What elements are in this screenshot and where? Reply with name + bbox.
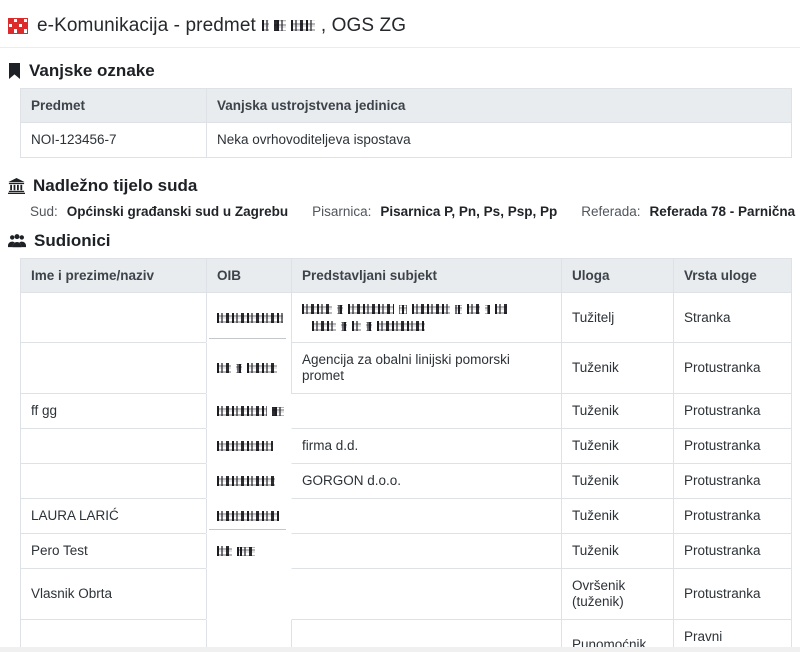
cell-role-type: Protustranka <box>673 499 791 534</box>
court-label: Sud: <box>30 204 58 219</box>
participant-row: LAURA LARIĆ TuženikProtustranka <box>21 499 791 534</box>
participant-row: GORGON d.o.o.TuženikProtustranka <box>21 464 791 499</box>
col-header-subject: Predstavljani subjekt <box>291 259 561 293</box>
cell-oib <box>206 569 291 620</box>
cell-name <box>21 429 206 464</box>
cell-subject: Agencija za obalni linijski pomorski pro… <box>291 343 561 394</box>
bottom-cutoff-band <box>0 647 800 652</box>
cell-role-type: Protustranka <box>673 464 791 499</box>
col-header-predmet: Predmet <box>21 89 206 123</box>
cell-oib <box>206 293 291 343</box>
cell-oib <box>206 464 291 499</box>
title-divider <box>0 47 800 48</box>
page-title-suffix: , OGS ZG <box>321 15 406 37</box>
redacted-text <box>217 511 279 521</box>
participant-row: ff gg TuženikProtustranka <box>21 394 791 429</box>
cell-role-type: Protustranka <box>673 569 791 620</box>
redacted-text <box>312 321 551 331</box>
court-info-line: Sud: Općinski građanski sud u Zagrebu Pi… <box>30 204 800 219</box>
referada-value: Referada 78 - Parnična <box>650 204 796 219</box>
cell-name: LAURA LARIĆ <box>21 499 206 534</box>
redacted-text <box>217 476 275 486</box>
cell-role: Tuženik <box>561 394 673 429</box>
external-marks-table: Predmet Vanjska ustrojstvena jedinica NO… <box>20 88 792 158</box>
redacted-text <box>217 546 255 556</box>
cell-subject <box>291 499 561 534</box>
cell-subject <box>291 293 561 343</box>
bookmark-icon <box>8 63 21 79</box>
redacted-text <box>217 406 284 416</box>
col-header-role: Uloga <box>561 259 673 293</box>
col-header-jedinica: Vanjska ustrojstvena jedinica <box>206 89 791 123</box>
participants-table: Ime i prezime/naziv OIB Predstavljani su… <box>20 258 792 652</box>
court-value: Općinski građanski sud u Zagrebu <box>67 204 288 219</box>
cell-jedinica: Neka ovrhovoditeljeva ispostava <box>206 123 791 157</box>
cell-subject: firma d.d. <box>291 429 561 464</box>
referada-label: Referada: <box>581 204 640 219</box>
redacted-text <box>302 304 551 314</box>
cell-role: Tuženik <box>561 499 673 534</box>
cell-role: Tužitelj <box>561 293 673 343</box>
cell-predmet: NOI-123456-7 <box>21 123 206 157</box>
cell-oib <box>206 499 291 534</box>
col-header-name: Ime i prezime/naziv <box>21 259 206 293</box>
registry-value: Pisarnica P, Pn, Ps, Psp, Pp <box>380 204 557 219</box>
table-row: NOI-123456-7 Neka ovrhovoditeljeva ispos… <box>21 123 791 157</box>
cell-oib <box>206 429 291 464</box>
participant-row: Vlasnik Obrta Ovršenik (tuženik)Protustra… <box>21 569 791 620</box>
redacted-text <box>262 20 315 31</box>
cell-role-type: Protustranka <box>673 534 791 569</box>
cell-name <box>21 464 206 499</box>
cell-subject <box>291 534 561 569</box>
cell-role: Tuženik <box>561 534 673 569</box>
cell-oib <box>206 394 291 429</box>
participant-row: TužiteljStranka <box>21 293 791 343</box>
cell-name: Vlasnik Obrta <box>21 569 206 620</box>
cell-role: Tuženik <box>561 464 673 499</box>
cell-oib <box>206 343 291 394</box>
participant-row: Pero Test TuženikProtustranka <box>21 534 791 569</box>
section-heading-participants: Sudionici <box>8 231 800 251</box>
cell-role-type: Protustranka <box>673 429 791 464</box>
col-header-oib: OIB <box>206 259 291 293</box>
page-title: e-Komunikacija - predmet , OGS ZG <box>37 15 406 37</box>
cell-oib <box>206 534 291 569</box>
cell-role: Ovršenik (tuženik) <box>561 569 673 620</box>
cell-role: Tuženik <box>561 429 673 464</box>
section-title: Nadležno tijelo suda <box>33 176 197 196</box>
redacted-case-number <box>262 20 315 31</box>
bank-icon <box>8 178 25 194</box>
cell-name <box>21 343 206 394</box>
cell-subject <box>291 394 561 429</box>
cell-role-type: Protustranka <box>673 343 791 394</box>
cell-role: Tuženik <box>561 343 673 394</box>
cell-name <box>21 293 206 343</box>
page-title-prefix: e-Komunikacija - predmet <box>37 15 256 37</box>
croatian-checkerboard-icon <box>8 18 28 34</box>
section-heading-court: Nadležno tijelo suda <box>8 176 800 196</box>
cell-role-type: Stranka <box>673 293 791 343</box>
section-title: Sudionici <box>34 231 111 251</box>
participant-row: firma d.d.TuženikProtustranka <box>21 429 791 464</box>
cell-subject: GORGON d.o.o. <box>291 464 561 499</box>
users-icon <box>8 234 26 249</box>
section-heading-external-marks: Vanjske oznake <box>8 61 800 81</box>
cell-subject <box>291 569 561 620</box>
redacted-text <box>217 441 273 451</box>
redacted-text <box>217 363 277 373</box>
cell-name: ff gg <box>21 394 206 429</box>
participant-row: Agencija za obalni linijski pomorski pro… <box>21 343 791 394</box>
cell-role-type: Protustranka <box>673 394 791 429</box>
redacted-text <box>217 313 283 323</box>
registry-label: Pisarnica: <box>312 204 371 219</box>
window-title-bar: e-Komunikacija - predmet , OGS ZG <box>0 0 800 41</box>
cell-name: Pero Test <box>21 534 206 569</box>
section-title: Vanjske oznake <box>29 61 155 81</box>
col-header-role-type: Vrsta uloge <box>673 259 791 293</box>
